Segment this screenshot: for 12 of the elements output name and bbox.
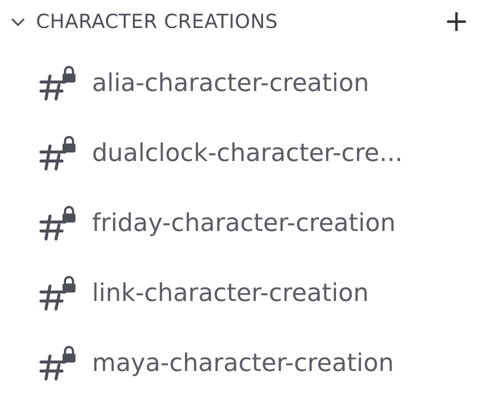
locked-hash-icon	[38, 275, 78, 311]
channel-name[interactable]: link-character-creation	[92, 274, 369, 312]
channel-name[interactable]: dualclock-character-cre...	[92, 134, 403, 172]
channel-name[interactable]: alia-character-creation	[92, 64, 370, 102]
channel-name[interactable]: maya-character-creation	[92, 344, 394, 382]
locked-hash-icon	[38, 135, 78, 171]
locked-hash-icon	[38, 345, 78, 381]
category-title[interactable]: CHARACTER CREATIONS	[36, 7, 438, 37]
add-channel-button[interactable]: +	[438, 7, 475, 37]
channel-name[interactable]: friday-character-creation	[92, 204, 396, 242]
locked-hash-icon	[38, 205, 78, 241]
locked-hash-icon	[38, 65, 78, 101]
